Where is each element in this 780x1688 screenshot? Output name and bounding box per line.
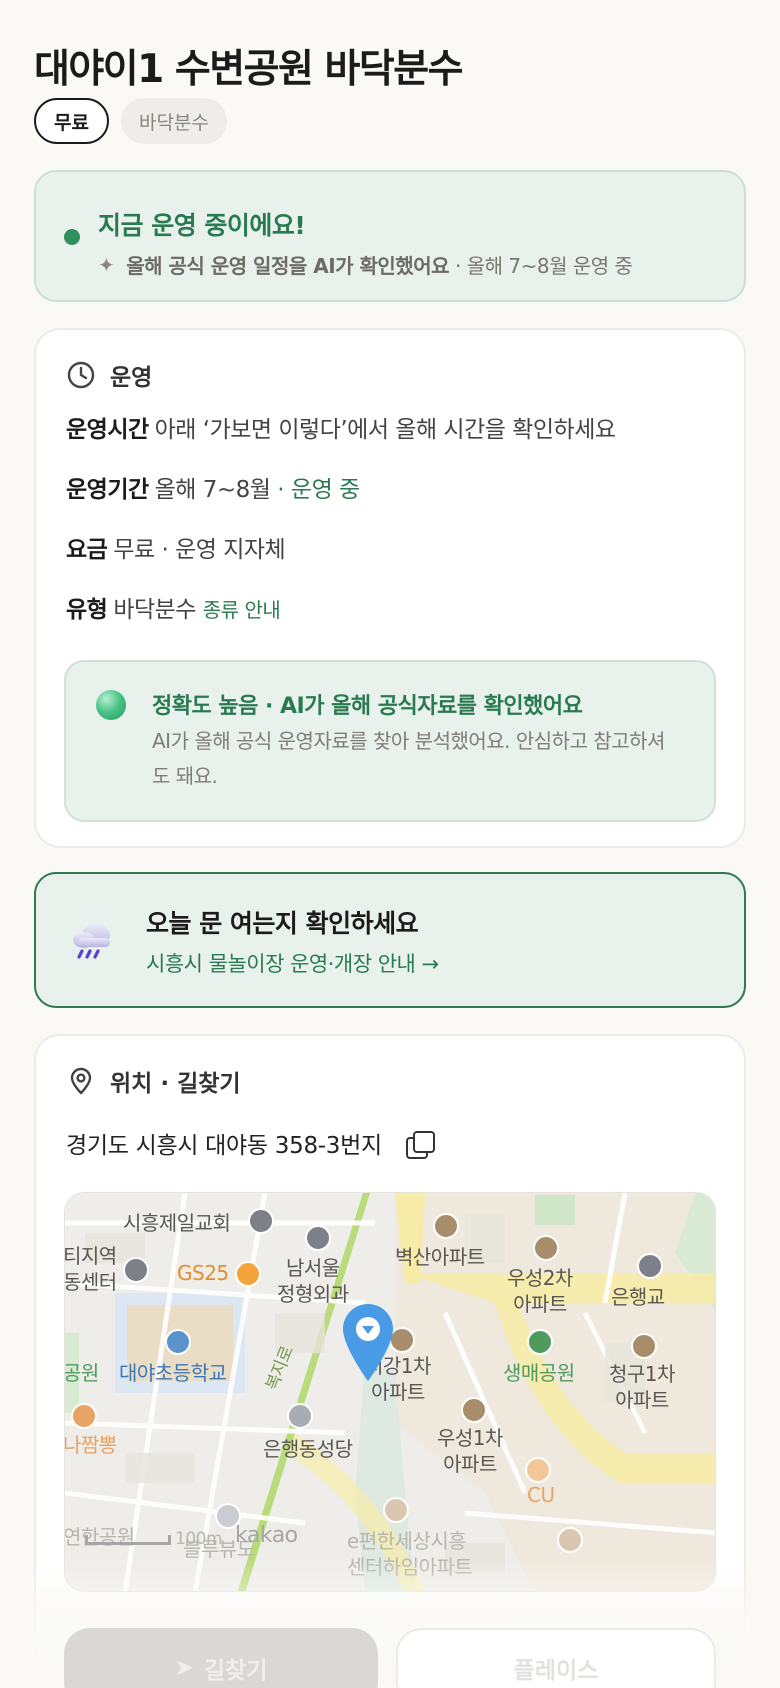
park-icon [527,1329,553,1355]
tag-chips: 무료 바닥분수 [34,98,746,144]
action-buttons: ➤ 길찾기 플레이스 [64,1628,716,1688]
apartment-icon-4 [631,1333,657,1359]
map-marker-icon[interactable] [341,1303,395,1383]
hours-label: 운영시간 [66,417,149,443]
hospital-icon [305,1225,331,1251]
page-title: 대야이1 수변공원 바닥분수 [34,47,463,92]
fee-value: 무료 · 운영 지자체 [113,537,286,563]
office-icon [123,1257,149,1283]
map-label-restaurant: 나짬뽕 [64,1433,117,1457]
location-pin-icon [70,1067,92,1095]
status-subline: ✦ 올해 공식 운영 일정을 AI가 확인했어요 · 올해 7~8월 운영 중 [98,250,633,279]
accuracy-orb-icon [96,690,126,720]
operation-header-label: 운영 [110,365,153,391]
period-label: 운영기간 [66,477,149,503]
map-label-gs25: GS25 [177,1261,229,1285]
map-label-byeoksan: 벽산아파트 [395,1245,485,1269]
directions-label: 길찾기 [203,1658,268,1684]
convenience-store-icon [235,1261,261,1287]
status-banner: 지금 운영 중이에요! ✦ 올해 공식 운영 일정을 AI가 확인했어요 · 올… [34,170,746,302]
sparkle-icon: ✦ [98,252,115,277]
kakao-logo: kakao [235,1523,298,1548]
accuracy-box: 정확도 높음 · AI가 올해 공식자료를 확인했어요 AI가 올해 공식 운영… [64,660,716,822]
map-label-woosung2: 우성2차 아파트 [507,1266,573,1316]
status-period-note: · 올해 7~8월 운영 중 [455,254,633,278]
map-label-station: 티지역 동센터 [64,1244,117,1294]
school-icon [165,1329,191,1355]
apartment-icon-5 [461,1397,487,1423]
church-icon [248,1208,274,1234]
location-header-label: 위치 · 길찾기 [110,1071,241,1097]
map-view[interactable]: 시흥제일교회 벽산아파트 우성2차 아파트 은행교 티지역 동센터 GS25 남서울… [64,1192,716,1592]
apartment-icon-7 [557,1527,583,1553]
page: 대야이1 수변공원 바닥분수 무료 바닥분수 지금 운영 중이에요! ✦ 올해 … [0,0,780,1674]
status-dot-icon [64,229,80,245]
cu-store-icon [525,1457,551,1483]
clock-icon [67,361,95,389]
map-label-cheonggu: 청구1차 아파트 [609,1362,675,1412]
hours-row: 운영시간 아래 ‘가보면 이렇다’에서 올해 시간을 확인하세요 [66,410,616,444]
open-check-link[interactable]: 시흥시 물놀이장 운영·개장 안내 → [146,948,439,978]
category-chip[interactable]: 바닥분수 [120,98,227,144]
map-label-e-apt: e편한세상시흥 [347,1529,467,1553]
bank-icon [637,1253,663,1279]
map-label-clinic: 남서울 정형외과 [277,1256,349,1306]
type-row: 유형 바닥분수 종류 안내 [66,590,281,624]
apartment-icon [433,1213,459,1239]
price-chip[interactable]: 무료 [34,98,109,144]
map-label-cathedral: 은행동성당 [263,1437,353,1461]
map-label-bank: 은행교 [611,1285,665,1309]
scale-bar [85,1535,171,1545]
rain-cloud-icon [73,924,110,959]
copy-icon[interactable] [404,1129,435,1159]
fee-row: 요금 무료 · 운영 지자체 [66,530,286,564]
directions-button[interactable]: ➤ 길찾기 [64,1628,378,1688]
send-icon: ➤ [174,1655,194,1681]
accuracy-description: AI가 올해 공식 운영자료를 찾아 분석했어요. 안심하고 참고하셔도 돼요. [152,729,665,788]
map-label-church: 시흥제일교회 [123,1211,231,1235]
location-header: 위치 · 길찾기 [66,1064,241,1098]
operation-card: 운영 운영시간 아래 ‘가보면 이렇다’에서 올해 시간을 확인하세요 운영기간 올… [34,328,746,848]
map-label-school: 대야초등학교 [119,1361,227,1385]
open-check-title: 오늘 문 여는지 확인하세요 [146,909,419,938]
address-text: 경기도 시흥시 대야동 358-3번지 [66,1133,382,1159]
restaurant-icon [71,1403,97,1429]
type-guide-link[interactable]: 종류 안내 [203,598,281,622]
cathedral-icon [287,1403,313,1429]
map-label-park-left: 공원 [64,1361,99,1385]
map-label-saengmae: 생매공원 [503,1361,575,1385]
fee-label: 요금 [66,537,108,563]
type-value: 바닥분수 [113,597,196,623]
hours-value: 아래 ‘가보면 이렇다’에서 올해 시간을 확인하세요 [154,417,616,443]
type-label: 유형 [66,597,108,623]
period-value: 올해 7~8월 [154,477,271,503]
map-scale-label: 100m [175,1529,223,1549]
apartment-icon-6 [383,1497,409,1523]
apartment-icon-2 [533,1235,559,1261]
map-label-cu: CU [527,1483,555,1507]
address-row: 경기도 시흥시 대야동 358-3번지 [66,1126,435,1160]
period-row: 운영기간 올해 7~8월 · 운영 중 [66,470,360,504]
map-label-woosung1: 우성1차 아파트 [437,1426,503,1476]
status-ai-note: 올해 공식 운영 일정을 AI가 확인했어요 [126,254,449,278]
place-button[interactable]: 플레이스 [396,1628,716,1688]
status-headline: 지금 운영 중이에요! [98,211,306,240]
open-check-banner[interactable]: 오늘 문 여는지 확인하세요 시흥시 물놀이장 운영·개장 안내 → [34,872,746,1008]
accuracy-title: 정확도 높음 · AI가 올해 공식자료를 확인했어요 [152,694,583,719]
period-status: · 운영 중 [277,477,360,503]
operation-header: 운영 [66,358,152,392]
